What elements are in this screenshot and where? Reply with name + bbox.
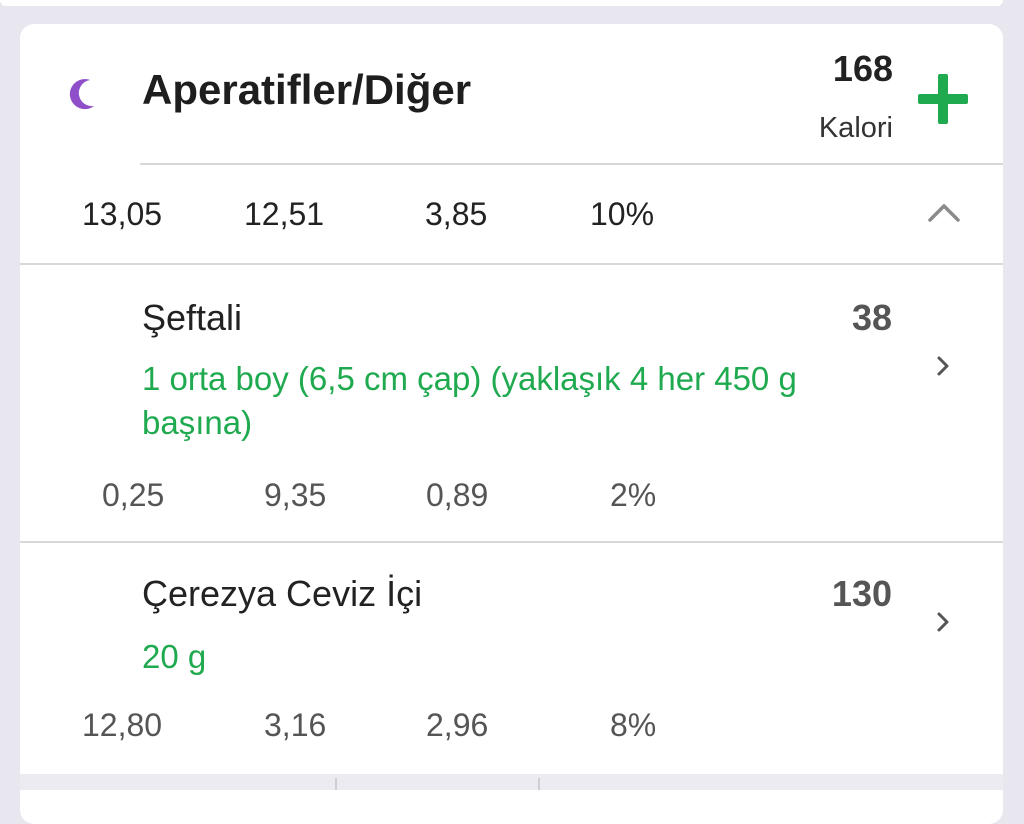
- food-macro-value: 0,25: [102, 477, 165, 513]
- food-name: Şeftali: [142, 297, 243, 338]
- collapse-chevron-up-icon[interactable]: [926, 200, 962, 224]
- food-portion: 20 g: [142, 638, 207, 675]
- food-macro-value: 12,80: [82, 707, 163, 743]
- food-macro-value: 9,35: [264, 477, 327, 513]
- moon-icon: [69, 79, 94, 110]
- header-divider: [140, 163, 1003, 165]
- meal-total-calories: 168: [832, 48, 893, 89]
- meal-macro-value: 10%: [590, 196, 655, 232]
- food-macro-value: 0,89: [426, 477, 489, 513]
- food-calories: 130: [831, 573, 892, 614]
- food-item[interactable]: Şeftali 38 1 orta boy (6,5 cm çap) (yakl…: [20, 265, 1003, 541]
- food-macro-value: 2,96: [426, 707, 489, 743]
- meal-title: Aperatifler/Diğer: [142, 66, 472, 113]
- food-calories: 38: [851, 297, 892, 338]
- food-macro-value: 8%: [610, 707, 657, 743]
- meal-macro-value: 3,85: [425, 196, 488, 232]
- food-name: Çerezya Ceviz İçi: [142, 573, 423, 614]
- calories-label: Kalori: [818, 112, 893, 144]
- chevron-right-icon: [937, 356, 949, 376]
- previous-card-edge: [0, 0, 1003, 6]
- next-section-strip: [20, 774, 1003, 790]
- food-macro-value: 3,16: [264, 707, 327, 743]
- food-macro-value: 2%: [610, 477, 657, 513]
- column-tick: [335, 778, 337, 790]
- food-portion: 1 orta boy (6,5 cm çap) (yaklaşık 4 her …: [142, 360, 797, 441]
- add-food-button[interactable]: [916, 72, 970, 126]
- chevron-right-icon: [937, 612, 949, 632]
- column-tick: [538, 778, 540, 790]
- food-item[interactable]: Çerezya Ceviz İçi 130 20 g 12,80 3,16 2,…: [20, 543, 1003, 774]
- meal-macro-value: 13,05: [82, 196, 163, 232]
- meal-macro-value: 12,51: [244, 196, 325, 232]
